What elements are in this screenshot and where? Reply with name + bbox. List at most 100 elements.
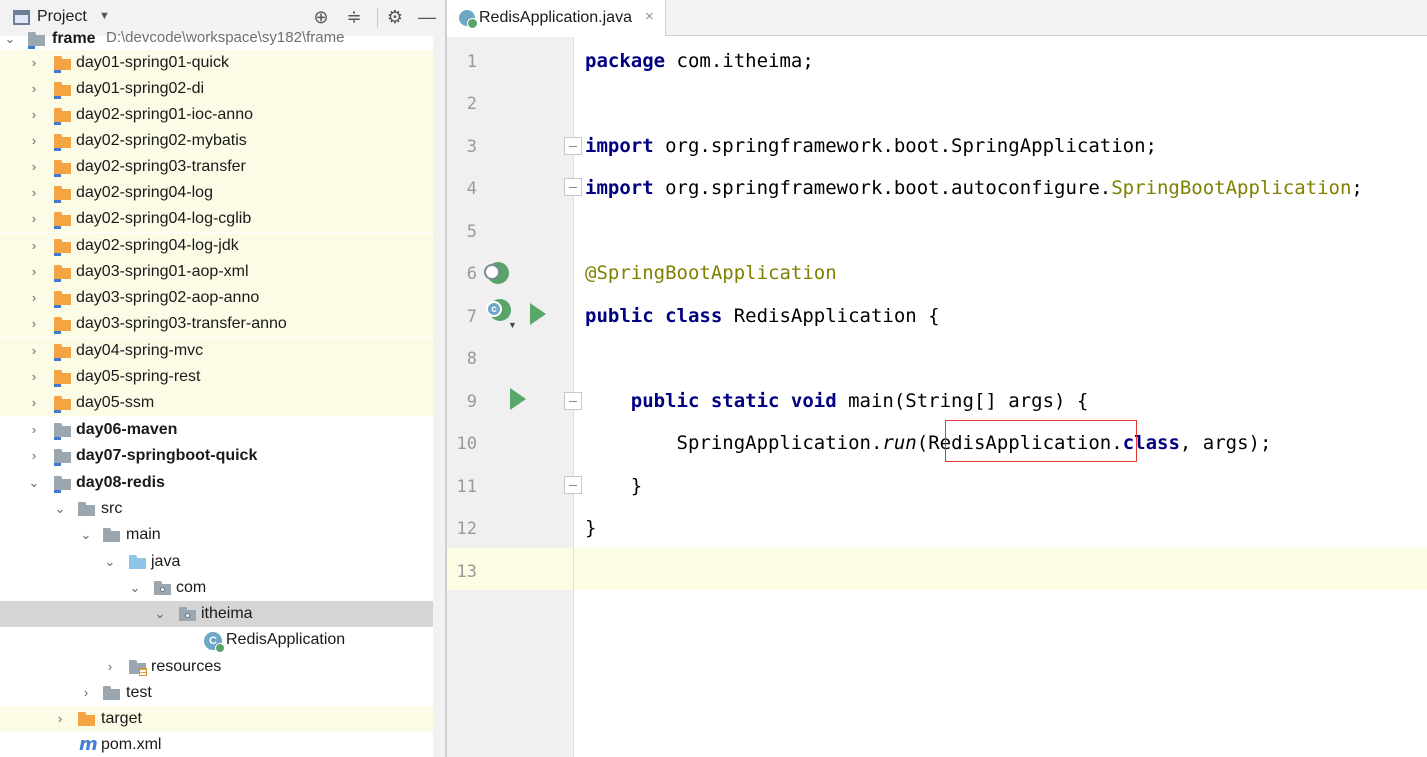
tree-row-module[interactable]: › day02-spring04-log: [0, 180, 433, 206]
module-label: day02-spring03-transfer: [76, 158, 246, 175]
fold-marker-icon[interactable]: [564, 178, 582, 196]
spring-boot-class-icon[interactable]: c: [486, 299, 511, 321]
folder-icon: [103, 686, 120, 700]
project-panel: Project ▼ ⊕ ≑ ⚙ — ⌄ frame D:\devcode\wor…: [0, 0, 445, 757]
module-folder-icon: [54, 449, 71, 466]
tree-row-root[interactable]: ⌄ frame D:\devcode\workspace\sy182\frame: [0, 26, 433, 52]
minimize-icon[interactable]: —: [416, 6, 438, 28]
module-label: day02-spring04-log-jdk: [76, 237, 239, 254]
tree-row-module[interactable]: › day07-springboot-quick: [0, 443, 433, 469]
chevron-right-icon[interactable]: ›: [28, 211, 40, 227]
tree-row-module[interactable]: › day03-spring02-aop-anno: [0, 285, 433, 311]
chevron-down-icon[interactable]: ▼: [99, 10, 110, 22]
code-text: }: [585, 475, 643, 497]
project-scrollbar[interactable]: [433, 36, 445, 757]
close-icon[interactable]: ×: [645, 8, 654, 25]
run-icon[interactable]: [510, 388, 526, 410]
chevron-right-icon[interactable]: ›: [28, 369, 40, 385]
module-label: day02-spring01-ioc-anno: [76, 106, 253, 123]
resources-folder-icon: [129, 660, 147, 676]
chevron-right-icon[interactable]: ›: [104, 659, 116, 675]
chevron-right-icon[interactable]: ›: [28, 238, 40, 254]
tree-row-src[interactable]: ⌄ src: [0, 496, 433, 522]
code-text: org.springframework.boot.SpringApplicati…: [653, 135, 1157, 157]
tree-row-module[interactable]: › day02-spring04-log-cglib: [0, 206, 433, 232]
chevron-right-icon[interactable]: ›: [28, 81, 40, 97]
chevron-down-icon[interactable]: ⌄: [4, 31, 16, 47]
tab-label: RedisApplication.java: [479, 9, 632, 26]
chevron-right-icon[interactable]: ›: [28, 395, 40, 411]
chevron-right-icon[interactable]: ›: [54, 711, 66, 727]
chevron-down-icon[interactable]: ▼: [508, 320, 517, 330]
chevron-right-icon[interactable]: ›: [28, 55, 40, 71]
chevron-right-icon[interactable]: ›: [28, 107, 40, 123]
tree-row-test[interactable]: › test: [0, 680, 433, 706]
fold-marker-icon[interactable]: [564, 392, 582, 410]
chevron-down-icon[interactable]: ⌄: [154, 606, 166, 622]
tree-row-module[interactable]: › day01-spring01-quick: [0, 50, 433, 76]
module-label: day02-spring04-log-cglib: [76, 210, 252, 227]
folder-label: target: [101, 710, 142, 727]
tree-row-module[interactable]: › day04-spring-mvc: [0, 338, 433, 364]
tree-row-main[interactable]: ⌄ main: [0, 522, 433, 548]
collapse-all-icon[interactable]: ≑: [343, 6, 365, 28]
tree-row-module[interactable]: › day05-spring-rest: [0, 364, 433, 390]
project-view-selector[interactable]: Project: [37, 8, 87, 26]
chevron-right-icon[interactable]: ›: [28, 290, 40, 306]
module-folder-icon: [54, 265, 71, 282]
tree-row-module[interactable]: › day02-spring01-ioc-anno: [0, 102, 433, 128]
package-label: itheima: [201, 605, 253, 622]
chevron-right-icon[interactable]: ›: [28, 316, 40, 332]
run-icon[interactable]: [530, 303, 546, 325]
tree-row-class[interactable]: C RedisApplication: [0, 627, 433, 653]
keyword: public class: [585, 305, 723, 327]
code-text: SpringApplication.: [585, 432, 883, 454]
tree-row-itheima[interactable]: ⌄ itheima: [0, 601, 445, 627]
module-folder-icon: [54, 212, 71, 229]
chevron-down-icon[interactable]: ⌄: [80, 527, 92, 543]
tree-row-target[interactable]: › target: [0, 706, 433, 732]
unused-import: SpringBootApplication: [1111, 177, 1352, 199]
tree-row-resources[interactable]: › resources: [0, 654, 433, 680]
chevron-right-icon[interactable]: ›: [28, 159, 40, 175]
chevron-down-icon[interactable]: ⌄: [28, 475, 40, 491]
chevron-right-icon[interactable]: ›: [80, 685, 92, 701]
module-label: day03-spring03-transfer-anno: [76, 315, 287, 332]
spring-boot-class-icon: [459, 10, 478, 29]
tree-row-module[interactable]: › day06-maven: [0, 417, 433, 443]
tab-redis-application[interactable]: RedisApplication.java ×: [447, 0, 666, 36]
tree-row-module[interactable]: › day02-spring02-mybatis: [0, 128, 433, 154]
tree-row-module[interactable]: › day03-spring01-aop-xml: [0, 259, 433, 285]
fold-marker-icon[interactable]: [564, 137, 582, 155]
spring-bean-icon[interactable]: [484, 262, 509, 284]
module-label: day08-redis: [76, 474, 165, 491]
tree-row-com[interactable]: ⌄ com: [0, 575, 433, 601]
tree-row-module[interactable]: › day05-ssm: [0, 390, 433, 416]
folder-label: test: [126, 684, 152, 701]
chevron-right-icon[interactable]: ›: [28, 185, 40, 201]
keyword: import: [585, 135, 654, 157]
chevron-right-icon[interactable]: ›: [28, 448, 40, 464]
chevron-right-icon[interactable]: ›: [28, 133, 40, 149]
tree-row-module[interactable]: › day02-spring04-log-jdk: [0, 233, 433, 259]
chevron-down-icon[interactable]: ⌄: [104, 554, 116, 570]
tree-row-module[interactable]: › day02-spring03-transfer: [0, 154, 433, 180]
chevron-right-icon[interactable]: ›: [28, 343, 40, 359]
chevron-down-icon[interactable]: ⌄: [54, 501, 66, 517]
crosshair-icon[interactable]: ⊕: [310, 6, 332, 28]
tree-row-module[interactable]: ⌄ day08-redis: [0, 470, 433, 496]
chevron-down-icon[interactable]: ⌄: [129, 580, 141, 596]
code-text: main(String[] args) {: [836, 390, 1089, 412]
line-number: 7: [466, 307, 477, 327]
gear-icon[interactable]: ⚙: [384, 6, 406, 28]
tree-row-java[interactable]: ⌄ java: [0, 549, 433, 575]
spring-boot-class-icon: C: [204, 632, 225, 653]
fold-marker-icon[interactable]: [564, 476, 582, 494]
tree-row-module[interactable]: › day03-spring03-transfer-anno: [0, 311, 433, 337]
folder-label: resources: [151, 658, 222, 675]
chevron-right-icon[interactable]: ›: [28, 264, 40, 280]
tree-row-module[interactable]: › day01-spring02-di: [0, 76, 433, 102]
chevron-right-icon[interactable]: ›: [28, 422, 40, 438]
tree-row-pom[interactable]: m pom.xml: [0, 732, 433, 757]
